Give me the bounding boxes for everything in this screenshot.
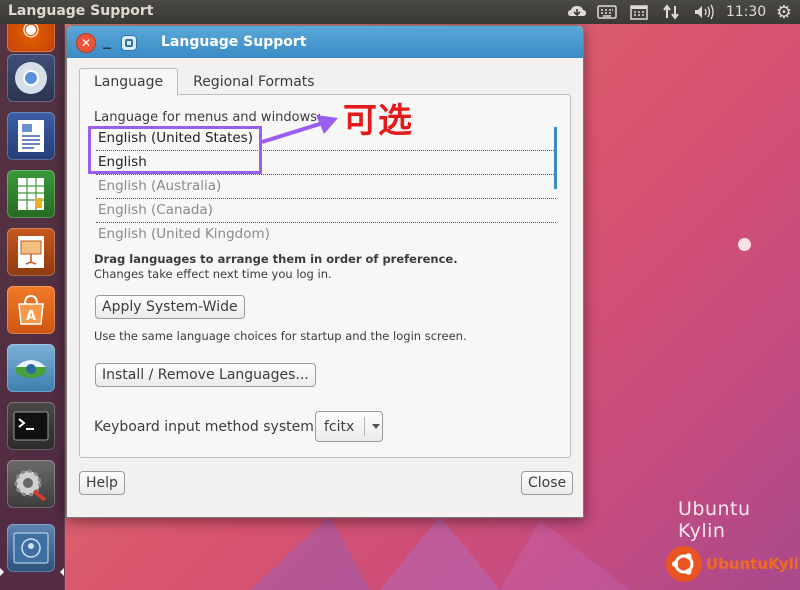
terminal-icon[interactable] (7, 402, 55, 450)
keyboard-icon[interactable] (596, 3, 618, 21)
select-separator (364, 417, 365, 436)
sync-icon[interactable] (566, 3, 588, 21)
window-minimize-button[interactable]: _ (98, 30, 116, 49)
chevron-down-icon (372, 424, 380, 429)
keyboard-input-value: fcitx (324, 418, 355, 435)
keyboard-input-label: Keyboard input method system: (94, 419, 319, 435)
workspace-switcher-icon[interactable] (7, 524, 55, 572)
close-button[interactable]: Close (521, 471, 574, 495)
desktop-label: Ubuntu Kylin (678, 498, 751, 542)
ubuntu-logo-icon (666, 546, 702, 582)
title-bar[interactable]: ✕ _ Language Support (67, 26, 583, 58)
apply-note: Use the same language choices for startu… (94, 329, 467, 343)
calendar-icon[interactable] (628, 3, 650, 21)
impress-icon[interactable] (7, 228, 55, 276)
software-center-icon[interactable]: A (7, 286, 55, 334)
desktop-light-beam (250, 516, 370, 590)
annotation-text: 可选 (343, 101, 413, 141)
network-icon[interactable] (660, 3, 682, 21)
annotation-arrow-icon (261, 115, 338, 144)
desktop-light-beam (380, 516, 500, 590)
system-settings-icon[interactable] (7, 460, 55, 508)
launcher: ◉ A (0, 4, 65, 590)
apply-system-wide-button[interactable]: Apply System-Wide (95, 295, 245, 319)
writer-icon[interactable] (7, 112, 55, 160)
launcher-active-pip (60, 568, 64, 576)
volume-icon[interactable] (692, 3, 716, 21)
software-updater-icon[interactable] (7, 344, 55, 392)
list-scrollbar[interactable] (554, 127, 557, 189)
svg-text:A: A (26, 309, 36, 324)
drag-hint: Drag languages to arrange them in order … (94, 252, 458, 266)
list-item[interactable]: English (Australia) (96, 175, 556, 199)
help-button[interactable]: Help (79, 471, 125, 495)
list-item[interactable]: English (United Kingdom) (96, 223, 556, 246)
clock[interactable]: 11:30 (726, 3, 766, 21)
tab-bar: Language Regional Formats (79, 68, 330, 96)
tab-language[interactable]: Language (79, 68, 179, 96)
brand-text: UbuntuKylin (706, 555, 800, 573)
active-app-title: Language Support (8, 3, 154, 19)
desktop-light-dot (738, 238, 751, 251)
window-maximize-button[interactable] (121, 35, 137, 51)
window-title: Language Support (161, 34, 307, 50)
brand-logo: UbuntuKylin (666, 546, 800, 582)
launcher-active-pip (0, 568, 4, 576)
desktop-light-beam (500, 520, 630, 590)
gear-icon[interactable]: ⚙ (773, 2, 795, 23)
top-panel: Language Support 11:30 ⚙ (0, 0, 800, 24)
list-item[interactable]: English (Canada) (96, 199, 556, 223)
keyboard-input-select[interactable]: fcitx (315, 411, 383, 442)
calc-icon[interactable] (7, 170, 55, 218)
install-remove-languages-button[interactable]: Install / Remove Languages... (95, 363, 316, 387)
restart-hint: Changes take effect next time you log in… (94, 267, 332, 281)
window-close-button[interactable]: ✕ (76, 33, 96, 53)
annotation-highlight-box (88, 126, 262, 174)
tab-regional-formats[interactable]: Regional Formats (178, 68, 329, 96)
chromium-icon[interactable] (7, 54, 55, 102)
language-support-dialog: ✕ _ Language Support Language Regional F… (66, 25, 584, 518)
